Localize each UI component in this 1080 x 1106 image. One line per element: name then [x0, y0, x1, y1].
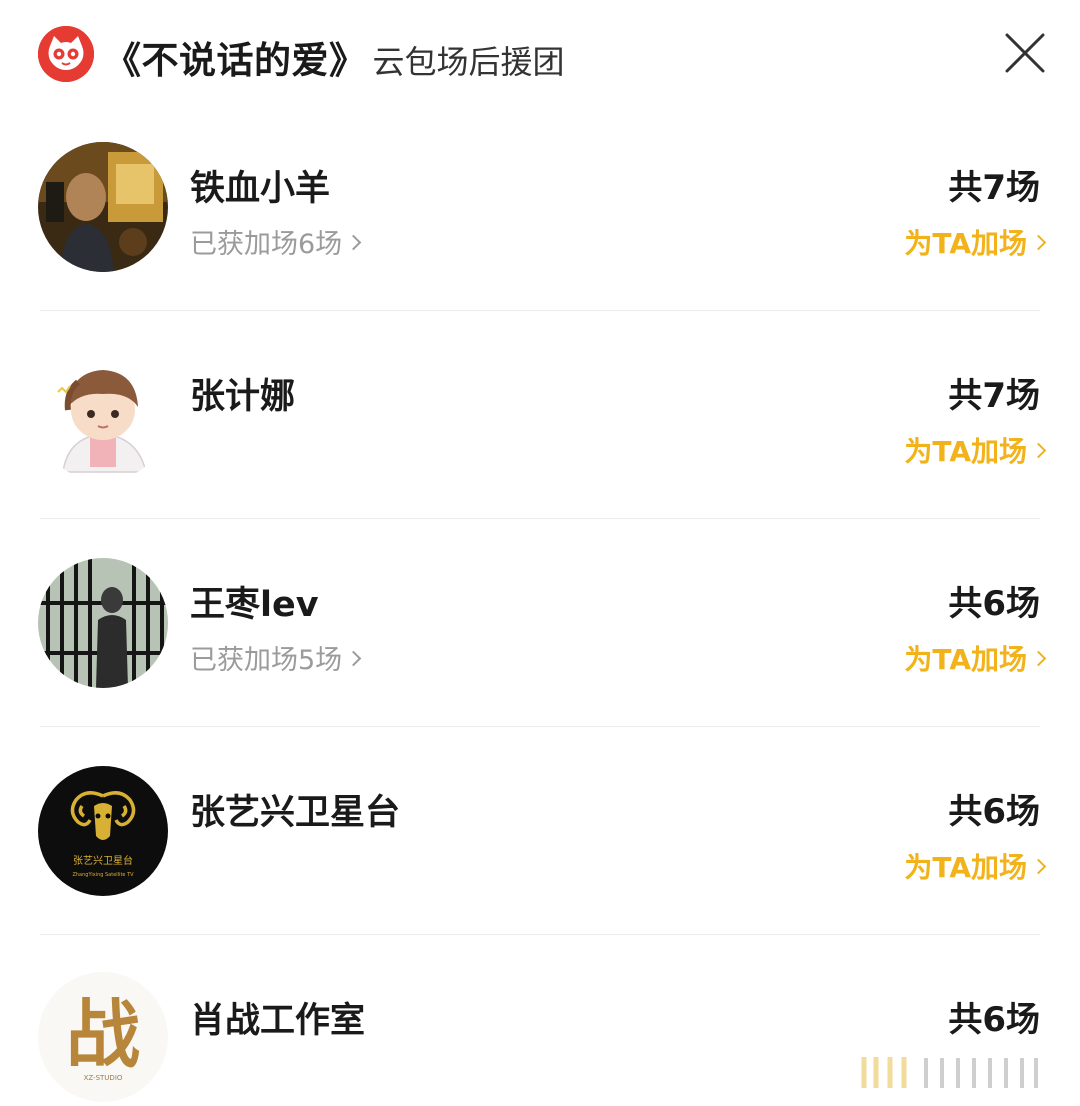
add-screening-button[interactable]: 为TA加场	[904, 430, 1047, 470]
add-screening-label: 为TA加场	[904, 643, 1027, 676]
extra-screenings-link[interactable]: 已获加场6场	[190, 222, 362, 261]
add-screening-label: 为TA加场	[904, 227, 1027, 260]
chevron-right-icon	[1030, 650, 1047, 667]
close-icon[interactable]	[1002, 30, 1048, 76]
supporter-row[interactable]: 铁血小羊 已获加场6场 共7场 为TA加场	[0, 104, 1080, 312]
screening-count: 共7场	[948, 168, 1040, 208]
add-screening-button[interactable]: 为TA加场	[904, 222, 1047, 262]
row-divider	[40, 310, 1040, 311]
row-divider	[40, 726, 1040, 727]
page-title: 《不说话的爱》 云包场后援团	[104, 30, 565, 82]
badge-line1: 张艺兴卫星台	[73, 854, 133, 867]
supporter-name: 王枣lev	[190, 585, 319, 625]
supporter-name: 张计娜	[190, 377, 296, 417]
avatar[interactable]: 张艺兴卫星台 ZhangYixing Satellite TV	[38, 766, 168, 896]
row-divider	[40, 934, 1040, 935]
screening-count: 共6场	[948, 1000, 1040, 1040]
chevron-right-icon	[1030, 234, 1047, 251]
supporter-row[interactable]: 张艺兴卫星台 ZhangYixing Satellite TV 张艺兴卫星台 共…	[0, 728, 1080, 936]
studio-label: XZ-STUDIO	[84, 1074, 123, 1082]
supporter-row[interactable]: 张计娜 共7场 为TA加场	[0, 312, 1080, 520]
screening-count: 共7场	[948, 376, 1040, 416]
avatar[interactable]: 战 XZ-STUDIO	[38, 972, 168, 1102]
group-subtitle: 云包场后援团	[372, 43, 565, 81]
movie-title: 《不说话的爱》	[104, 39, 367, 82]
add-screening-label: 为TA加场	[904, 851, 1027, 884]
screening-count: 共6场	[948, 792, 1040, 832]
badge-line2: ZhangYixing Satellite TV	[72, 872, 134, 878]
screening-count: 共6场	[948, 584, 1040, 624]
supporter-name: 张艺兴卫星台	[190, 793, 401, 833]
sheet-header: 《不说话的爱》 云包场后援团	[0, 0, 1080, 108]
maoyan-cat-logo-icon	[38, 26, 94, 82]
watermark	[856, 1052, 1046, 1092]
supporter-name: 铁血小羊	[190, 169, 331, 209]
add-screening-button[interactable]: 为TA加场	[904, 846, 1047, 886]
chevron-right-icon	[345, 234, 362, 250]
extra-screenings-link[interactable]: 已获加场5场	[190, 638, 362, 677]
add-screening-label: 为TA加场	[904, 435, 1027, 468]
support-group-sheet: 《不说话的爱》 云包场后援团 铁血小羊 已获加场6场 共7场 为TA加场 张计娜…	[0, 0, 1080, 1106]
avatar[interactable]	[38, 558, 168, 688]
row-divider	[40, 518, 1040, 519]
supporter-row[interactable]: 王枣lev 已获加场5场 共6场 为TA加场	[0, 520, 1080, 728]
add-screening-button[interactable]: 为TA加场	[904, 638, 1047, 678]
supporter-name: 肖战工作室	[190, 1001, 366, 1041]
chevron-right-icon	[1030, 858, 1047, 875]
avatar[interactable]	[38, 142, 168, 272]
extra-screenings-label: 已获加场5场	[190, 645, 343, 676]
chevron-right-icon	[1030, 442, 1047, 459]
chevron-right-icon	[345, 650, 362, 666]
avatar[interactable]	[38, 352, 168, 482]
studio-char: 战	[66, 992, 140, 1078]
extra-screenings-label: 已获加场6场	[190, 229, 343, 260]
